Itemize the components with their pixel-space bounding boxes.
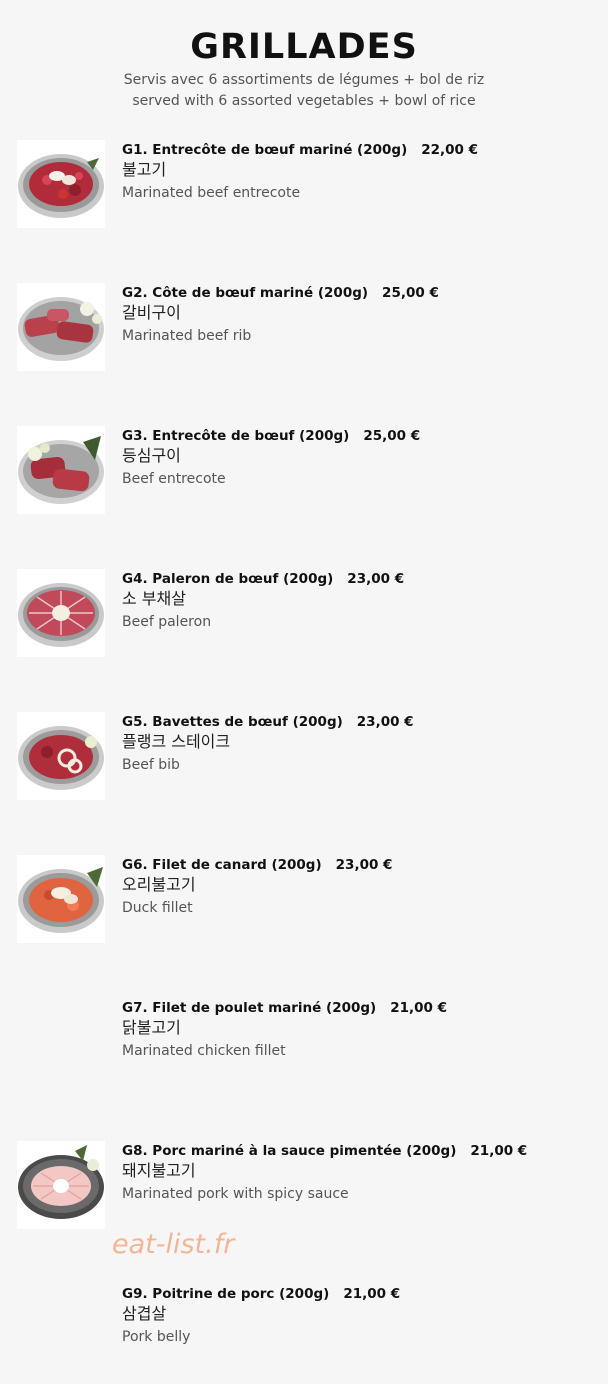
item-english-name: Marinated pork with spicy sauce [122, 1186, 349, 1202]
item-name: G2. Côte de bœuf mariné (200g) [122, 285, 369, 301]
menu-item-g6[interactable]: G6. Filet de canard (200g) 23,00 € 오리불고기 … [0, 855, 608, 955]
menu-item-g8[interactable]: G8. Porc mariné à la sauce pimentée (200… [0, 1141, 608, 1241]
item-english-name: Beef paleron [122, 614, 212, 630]
item-korean-name: 등심구이 [122, 446, 181, 465]
item-korean-name: 소 부채살 [122, 589, 186, 608]
item-english-name: Duck fillet [122, 900, 193, 916]
item-price: 21,00 € [343, 1286, 401, 1302]
item-english-name: Beef entrecote [122, 471, 226, 487]
item-price: 25,00 € [382, 285, 439, 301]
item-english-name: Marinated chicken fillet [122, 1043, 286, 1059]
dish-image-beef-bib [17, 712, 105, 800]
watermark: eat-list.fr [112, 1229, 235, 1260]
menu-header: GRILLADES Servis avec 6 assortiments de … [0, 26, 608, 112]
item-price: 22,00 € [421, 142, 479, 158]
dish-image-beef-paleron [17, 569, 105, 657]
item-name: G3. Entrecôte de bœuf (200g) [122, 428, 350, 444]
dish-image-marinated-beef [17, 140, 105, 228]
menu-item-g7[interactable]: G7. Filet de poulet mariné (200g) 21,00 €… [0, 998, 608, 1098]
menu-item-g5[interactable]: G5. Bavettes de bœuf (200g) 23,00 € 플랭크 스… [0, 712, 608, 812]
item-english-name: Marinated beef rib [122, 328, 252, 344]
menu-item-g2[interactable]: G2. Côte de bœuf mariné (200g) 25,00 € 갈비… [0, 283, 608, 383]
dish-image-beef-rib [17, 283, 105, 371]
item-korean-name: 갈비구이 [122, 303, 181, 322]
item-price: 21,00 € [470, 1143, 528, 1159]
item-name: G1. Entrecôte de bœuf mariné (200g) [122, 142, 408, 158]
item-name: G6. Filet de canard (200g) [122, 857, 322, 873]
menu-item-g9[interactable]: G9. Poitrine de porc (200g) 21,00 € 삼겹살 P… [0, 1284, 608, 1384]
menu-item-g3[interactable]: G3. Entrecôte de bœuf (200g) 25,00 € 등심구이… [0, 426, 608, 526]
item-name: G7. Filet de poulet mariné (200g) [122, 1000, 377, 1016]
menu-item-g1[interactable]: G1. Entrecôte de bœuf mariné (200g) 22,00… [0, 140, 608, 240]
item-english-name: Beef bib [122, 757, 180, 773]
item-korean-name: 돼지불고기 [122, 1161, 196, 1180]
item-price: 23,00 € [347, 571, 405, 587]
item-korean-name: 오리불고기 [122, 875, 196, 894]
section-title: GRILLADES [190, 27, 418, 67]
subtitle-french: Servis avec 6 assortiments de légumes + … [123, 72, 485, 88]
dish-image-spicy-pork [17, 1141, 105, 1229]
item-name: G9. Poitrine de porc (200g) [122, 1286, 330, 1302]
item-name: G4. Paleron de bœuf (200g) [122, 571, 334, 587]
item-english-name: Marinated beef entrecote [122, 185, 301, 201]
dish-image-duck-fillet [17, 855, 105, 943]
item-price: 23,00 € [356, 714, 414, 730]
item-name: G8. Porc mariné à la sauce pimentée (200… [122, 1143, 457, 1159]
item-korean-name: 불고기 [122, 160, 167, 179]
item-korean-name: 플랭크 스테이크 [122, 732, 231, 751]
dish-image-beef-entrecote [17, 426, 105, 514]
item-korean-name: 삼겹살 [122, 1304, 167, 1323]
item-price: 23,00 € [335, 857, 393, 873]
item-price: 25,00 € [363, 428, 421, 444]
item-english-name: Pork belly [122, 1329, 191, 1345]
item-name: G5. Bavettes de bœuf (200g) [122, 714, 343, 730]
item-korean-name: 닭불고기 [122, 1018, 181, 1037]
subtitle-english: served with 6 assorted vegetables + bowl… [132, 93, 476, 109]
menu-item-g4[interactable]: G4. Paleron de bœuf (200g) 23,00 € 소 부채살 … [0, 569, 608, 669]
item-price: 21,00 € [390, 1000, 448, 1016]
